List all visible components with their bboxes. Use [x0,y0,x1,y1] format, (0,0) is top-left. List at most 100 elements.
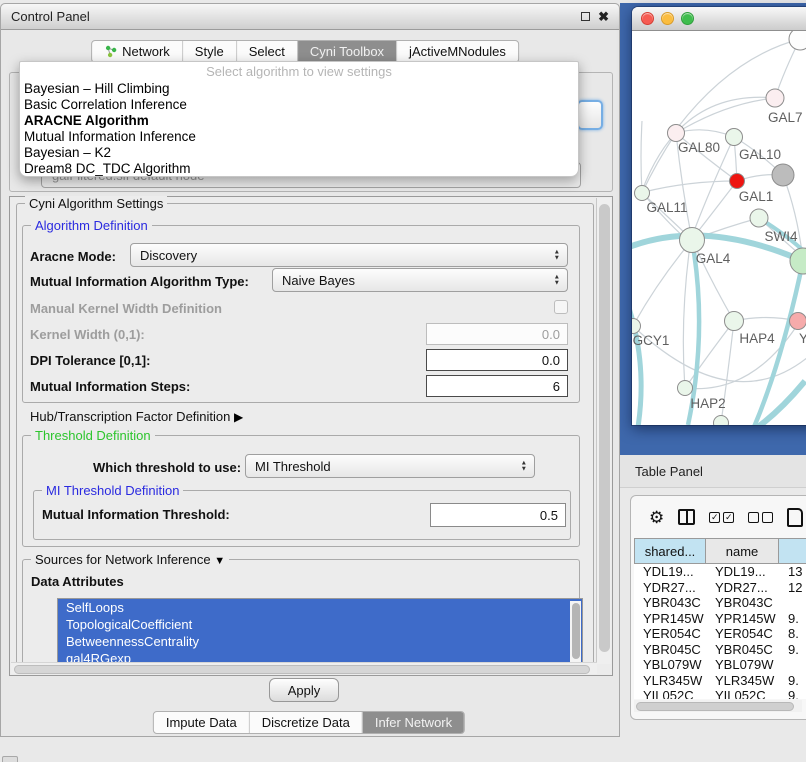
table-row[interactable]: YLR345WYLR345W9. [634,673,806,689]
gear-icon[interactable]: ⚙ [649,509,664,526]
network-node-y[interactable] [790,313,806,330]
network-node-gal11[interactable] [635,186,650,201]
hub-definition-toggle[interactable]: Hub/Transcription Factor Definition ▶ [30,409,243,424]
close-traffic-light-icon[interactable] [641,12,654,25]
network-edge[interactable] [642,133,676,193]
hub-definition-label: Hub/Transcription Factor Definition [30,409,230,424]
mi-threshold-field[interactable]: 0.5 [430,503,566,527]
export-table-icon[interactable] [787,508,803,527]
network-node-gal7[interactable] [766,89,784,107]
tab-network[interactable]: Network [92,41,182,62]
algorithm-menu-item[interactable]: Bayesian – K2 [20,145,578,161]
column-header[interactable] [779,538,806,564]
network-node-hap4[interactable] [725,312,744,331]
tab-infer-network[interactable]: Infer Network [362,712,464,733]
threshold-definition-title: Threshold Definition [31,428,155,443]
aracne-mode-combo[interactable]: Discovery ▲▼ [130,243,568,267]
algorithm-menu-item[interactable]: Basic Correlation Inference [20,97,578,113]
column-header[interactable]: shared... [634,538,706,564]
network-edge[interactable] [634,240,692,324]
network-node[interactable] [790,248,806,274]
kernel-width-field[interactable]: 0.0 [426,323,568,345]
table-row[interactable]: YBR043CYBR043C [634,595,806,611]
select-all-columns-icon[interactable]: ✓✓ [709,512,734,523]
zoom-traffic-light-icon[interactable] [681,12,694,25]
table-panel-titlebar[interactable]: Table Panel [620,455,806,488]
attribute-list-item[interactable]: SelfLoops [58,599,582,616]
algorithm-menu-item[interactable]: Mutual Information Inference [20,129,578,145]
data-attributes-list[interactable]: SelfLoopsTopologicalCoefficientBetweenne… [57,598,583,667]
network-node[interactable] [714,416,729,426]
manual-kernel-checkbox[interactable] [554,300,568,314]
table-toolbar: ⚙ ✓✓ [631,496,806,538]
table-row[interactable]: YIL052CYIL052C9. [634,688,806,699]
table-row[interactable]: YDL19...YDL19...13 [634,564,806,580]
network-node-gal80[interactable] [668,125,685,142]
close-icon[interactable]: ✖ [598,12,609,22]
deselect-all-columns-icon[interactable] [748,512,773,523]
network-node[interactable] [789,31,806,50]
tab-label: Style [195,44,224,59]
tab-discretize-data[interactable]: Discretize Data [249,712,362,733]
control-panel-titlebar[interactable]: Control Panel ✖ [1,4,619,30]
table-body: YDL19...YDL19...13YDR27...YDR27...12YBR0… [634,564,806,699]
tab-label: Discretize Data [262,715,350,730]
table-cell: YER054C [634,626,706,642]
kernel-width-value: 0.0 [542,327,560,342]
table-cell: 12 [779,580,806,596]
network-node-hap2[interactable] [678,381,693,396]
network-edge[interactable] [641,121,642,193]
network-view-window[interactable]: GAL7GAL80GAL10GAL1GAL11SWI4GAL4GCY1HAP4Y… [632,7,806,425]
apply-button[interactable]: Apply [269,678,339,702]
sources-title[interactable]: Sources for Network Inference ▼ [31,552,229,567]
algorithm-combo-focused-fragment[interactable] [577,100,603,130]
network-node[interactable] [772,164,794,186]
table-row[interactable]: YBL079WYBL079W [634,657,806,673]
network-node-label: GAL80 [678,140,720,155]
network-node-label: GAL11 [646,200,687,215]
algorithm-menu-item[interactable]: Bayesian – Hill Climbing [20,81,578,97]
table-horizontal-scrollbar[interactable] [634,700,802,712]
attribute-list-item[interactable]: TopologicalCoefficient [58,616,582,633]
network-node-gal4[interactable] [680,228,705,253]
tab-impute-data[interactable]: Impute Data [154,712,249,733]
tab-select[interactable]: Select [236,41,297,62]
network-node-label: GAL10 [739,147,781,162]
network-node-gal1[interactable] [730,174,745,189]
attribute-list-item[interactable]: BetweennessCentrality [58,633,582,650]
network-graph: GAL7GAL80GAL10GAL1GAL11SWI4GAL4GCY1HAP4Y… [632,31,806,425]
tab-jactivemnodules[interactable]: jActiveMNodules [396,41,518,62]
table-row[interactable]: YBR045CYBR045C9. [634,642,806,658]
tab-style[interactable]: Style [182,41,236,62]
algorithm-menu-item[interactable]: ARACNE Algorithm [20,113,578,129]
dpi-tolerance-field[interactable]: 0.0 [426,349,568,371]
table-cell: YLR345W [706,673,779,689]
table-row[interactable]: YDR27...YDR27...12 [634,580,806,596]
which-threshold-combo[interactable]: MI Threshold ▲▼ [245,454,535,478]
network-node-swi4[interactable] [750,209,768,227]
network-edge-highlighted[interactable] [632,299,641,425]
network-node-gal10[interactable] [726,129,743,146]
tab-cyni-toolbox[interactable]: Cyni Toolbox [297,41,396,62]
table-row[interactable]: YPR145WYPR145W9. [634,611,806,627]
table-cell: YLR345W [634,673,706,689]
table-cell: YDR27... [706,580,779,596]
attributes-scrollbar[interactable] [570,601,581,665]
column-header[interactable]: name [706,538,779,564]
collapsed-panel-button[interactable] [2,756,18,762]
cytoscape-desktop: GAL7GAL80GAL10GAL1GAL11SWI4GAL4GCY1HAP4Y… [620,3,806,455]
mi-type-combo[interactable]: Naive Bayes ▲▼ [272,268,568,292]
minimize-traffic-light-icon[interactable] [661,12,674,25]
float-window-icon[interactable] [581,12,590,21]
network-edge[interactable] [644,181,737,192]
table-row[interactable]: YER054CYER054C8. [634,626,806,642]
network-edge[interactable] [676,98,775,133]
network-window-titlebar[interactable] [632,7,806,31]
settings-vertical-scrollbar[interactable] [596,198,611,664]
split-columns-icon[interactable] [678,509,695,525]
algorithm-menu-item[interactable]: Dream8 DC_TDC Algorithm [20,161,578,177]
mi-steps-field[interactable]: 6 [426,375,568,397]
network-node-label: SWI4 [764,229,797,244]
network-canvas[interactable]: GAL7GAL80GAL10GAL1GAL11SWI4GAL4GCY1HAP4Y… [632,31,806,425]
settings-horizontal-scrollbar[interactable] [11,662,597,674]
